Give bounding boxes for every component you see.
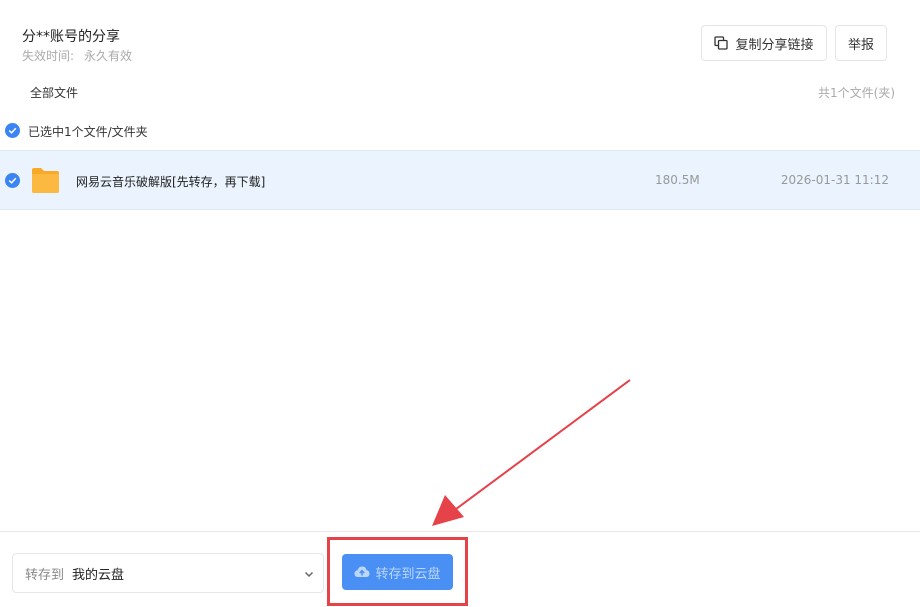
- file-count: 共1个文件(夹): [818, 86, 895, 100]
- chevron-down-icon: [304, 571, 314, 578]
- expire-info: 失效时间: 永久有效: [22, 47, 132, 64]
- annotation-arrow: [432, 379, 631, 526]
- save-to-value: 我的云盘: [72, 567, 125, 583]
- share-title: 分**账号的分享: [22, 29, 120, 45]
- copy-share-link-button[interactable]: 复制分享链接: [701, 25, 827, 61]
- folder-icon: [32, 168, 59, 193]
- save-destination-select[interactable]: 转存到 我的云盘: [12, 553, 324, 593]
- check-icon: [8, 127, 17, 134]
- file-date: 2026-01-31 11:12: [780, 173, 889, 187]
- report-label: 举报: [847, 37, 874, 53]
- expire-label: 失效时间:: [22, 49, 75, 63]
- annotation-highlight-box: [327, 537, 468, 606]
- file-name[interactable]: 网易云音乐破解版[先转存，再下载]: [76, 173, 265, 190]
- selection-summary: 已选中1个文件/文件夹: [28, 125, 148, 139]
- save-to-label: 转存到: [25, 567, 65, 583]
- row-checkbox[interactable]: [5, 173, 20, 188]
- check-icon: [8, 177, 17, 184]
- copy-share-link-label: 复制分享链接: [735, 37, 814, 53]
- file-size: 180.5M: [655, 173, 700, 187]
- breadcrumb-all-files[interactable]: 全部文件: [30, 84, 78, 101]
- report-button[interactable]: 举报: [835, 25, 887, 61]
- copy-icon: [714, 36, 729, 50]
- select-all-checkbox[interactable]: [5, 123, 20, 138]
- table-row[interactable]: 网易云音乐破解版[先转存，再下载] 180.5M 2026-01-31 11:1…: [0, 150, 920, 210]
- expire-value: 永久有效: [84, 49, 133, 63]
